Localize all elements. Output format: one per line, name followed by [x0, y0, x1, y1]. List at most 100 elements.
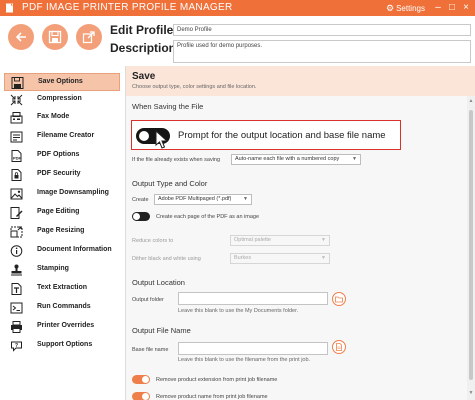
- each-page-label: Create each page of the PDF as an image: [156, 214, 260, 220]
- sidebar-item-compression[interactable]: Compression: [4, 91, 120, 109]
- sidebar-item-run-commands[interactable]: Run Commands: [4, 299, 120, 317]
- browse-file-button[interactable]: [332, 340, 346, 354]
- export-profile-button[interactable]: [76, 24, 102, 50]
- header: Edit Profile - Description Demo Profile …: [0, 16, 475, 67]
- sidebar-item-filename-creator[interactable]: Filename Creator: [4, 128, 120, 146]
- toggle-knob: [139, 131, 149, 141]
- sidebar-item-label: Support Options: [37, 341, 93, 348]
- section-header: Save Choose output type, color settings …: [126, 66, 475, 96]
- resize-icon: [10, 226, 23, 238]
- edit-profile-title: Edit Profile -: [110, 23, 181, 37]
- svg-text:PDF: PDF: [13, 156, 22, 161]
- compress-icon: [10, 94, 23, 106]
- each-page-toggle[interactable]: [132, 212, 150, 221]
- remove-extension-toggle[interactable]: [132, 375, 150, 384]
- save-icon: [11, 77, 24, 89]
- if-exists-label: If the file already exists when saving: [132, 157, 221, 163]
- dither-select[interactable]: Burkes ▼: [230, 253, 330, 264]
- prompt-location-callout: Prompt for the output location and base …: [131, 120, 401, 150]
- settings-label: Settings: [396, 4, 425, 13]
- profile-name-field[interactable]: Demo Profile: [173, 24, 471, 36]
- printer-icon: [11, 321, 22, 333]
- floppy-disk-icon: [48, 30, 62, 44]
- sidebar-item-label: Printer Overrides: [37, 322, 95, 329]
- if-exists-select[interactable]: Auto-name each file with a numbered copy…: [231, 154, 361, 165]
- gear-icon: ⚙: [386, 3, 395, 13]
- scrollbar-thumb[interactable]: [469, 110, 473, 380]
- export-icon: [82, 31, 95, 44]
- description-title: Description: [110, 41, 177, 55]
- output-filename-heading: Output File Name: [132, 326, 191, 335]
- minimize-button[interactable]: –: [432, 1, 444, 14]
- sidebar-item-printer-overrides[interactable]: Printer Overrides: [4, 318, 120, 336]
- sidebar-item-label: PDF Options: [37, 151, 80, 158]
- mouse-cursor-icon: [155, 130, 169, 149]
- prompt-location-label: Prompt for the output location and base …: [178, 130, 386, 141]
- maximize-button[interactable]: □: [446, 1, 458, 14]
- info-icon: [10, 245, 23, 257]
- support-icon: ?: [11, 341, 22, 352]
- create-select[interactable]: Adobe PDF Multipaged (*.pdf) ▼: [154, 194, 252, 205]
- chevron-down-icon: ▼: [243, 196, 248, 202]
- sidebar-item-support-options[interactable]: ? Support Options: [4, 337, 120, 355]
- sidebar-item-label: Fax Mode: [37, 113, 70, 120]
- base-file-name-input[interactable]: [178, 342, 328, 355]
- sidebar-item-label: Image Downsampling: [37, 189, 109, 196]
- sidebar-item-save-options[interactable]: Save Options: [4, 73, 120, 91]
- reduce-colors-label: Reduce colors to: [132, 238, 174, 244]
- sidebar-item-label: Run Commands: [37, 303, 91, 310]
- sidebar-item-pdf-security[interactable]: PDF Security: [4, 166, 120, 184]
- close-button[interactable]: ×: [460, 1, 472, 14]
- sidebar-item-stamping[interactable]: Stamping: [4, 261, 120, 279]
- back-arrow-icon: [15, 32, 26, 42]
- create-value: Adobe PDF Multipaged (*.pdf): [158, 196, 232, 202]
- pdf-options-icon: PDF: [11, 150, 22, 162]
- filename-icon: [10, 131, 23, 143]
- back-button[interactable]: [8, 24, 34, 50]
- base-file-name-hint: Leave this blank to use the filename fro…: [178, 357, 311, 363]
- settings-button[interactable]: ⚙ Settings: [386, 3, 425, 14]
- profile-description-field[interactable]: Profile used for demo purposes.: [173, 40, 471, 63]
- sidebar-item-fax-mode[interactable]: Fax Mode: [4, 109, 120, 127]
- sidebar-item-pdf-options[interactable]: PDF PDF Options: [4, 147, 120, 165]
- sidebar-item-image-downsampling[interactable]: Image Downsampling: [4, 185, 120, 203]
- sidebar-item-document-information[interactable]: Document Information: [4, 242, 120, 260]
- browse-folder-button[interactable]: [332, 292, 346, 306]
- sidebar-item-label: Page Resizing: [37, 227, 85, 234]
- remove-product-label: Remove product name from print job filen…: [156, 394, 268, 400]
- sidebar-item-page-editing[interactable]: Page Editing: [4, 204, 120, 222]
- sidebar-item-text-extraction[interactable]: Text Extraction: [4, 280, 120, 298]
- dither-label: Dither black and white using: [132, 256, 201, 262]
- reduce-colors-select[interactable]: Optimal palette ▼: [230, 235, 330, 246]
- app-title: PDF IMAGE PRINTER PROFILE MANAGER: [22, 2, 233, 13]
- toggle-knob: [142, 376, 149, 383]
- dither-value: Burkes: [234, 255, 252, 261]
- folder-icon: [335, 296, 343, 303]
- output-location-heading: Output Location: [132, 278, 185, 287]
- sidebar: Save Options Compression Fax Mode Filena…: [0, 66, 126, 400]
- scroll-down-icon[interactable]: ▼: [468, 390, 474, 396]
- sidebar-item-label: Document Information: [37, 246, 112, 253]
- save-profile-button[interactable]: [42, 24, 68, 50]
- toggle-knob: [142, 393, 149, 400]
- remove-product-toggle[interactable]: [132, 392, 150, 400]
- section-title: Save: [132, 71, 156, 82]
- output-folder-input[interactable]: [178, 292, 328, 305]
- output-folder-hint: Leave this blank to use the My Documents…: [178, 308, 299, 314]
- reduce-colors-value: Optimal palette: [234, 237, 271, 243]
- sidebar-item-page-resizing[interactable]: Page Resizing: [4, 223, 120, 241]
- if-exists-value: Auto-name each file with a numbered copy: [235, 156, 340, 162]
- when-saving-heading: When Saving the File: [132, 102, 204, 111]
- title-bar: PDF IMAGE PRINTER PROFILE MANAGER ⚙ Setti…: [0, 0, 475, 16]
- scroll-up-icon[interactable]: ▲: [468, 98, 474, 104]
- sidebar-item-label: Save Options: [38, 78, 83, 85]
- sidebar-item-label: Compression: [37, 95, 82, 102]
- chevron-down-icon: ▼: [321, 255, 326, 261]
- text-icon: [11, 283, 22, 295]
- image-icon: [10, 188, 23, 200]
- vertical-scrollbar[interactable]: ▲ ▼: [467, 96, 475, 400]
- sidebar-item-label: Filename Creator: [37, 132, 95, 139]
- terminal-icon: [10, 302, 23, 314]
- output-folder-label: Output folder: [132, 297, 164, 303]
- chevron-down-icon: ▼: [352, 156, 357, 162]
